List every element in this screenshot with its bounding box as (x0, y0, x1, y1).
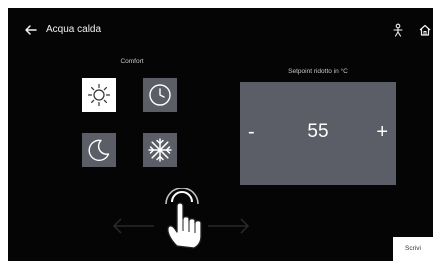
person-icon[interactable] (391, 23, 405, 37)
tap-hand-icon (165, 187, 202, 249)
arrow-left-icon (112, 218, 154, 234)
setpoint-panel: - 55 + (240, 82, 396, 185)
increase-button[interactable]: + (376, 120, 388, 144)
swipe-gesture-hint (108, 187, 253, 253)
mode-clock-button[interactable] (143, 78, 177, 112)
sun-icon (87, 83, 111, 107)
header-bar: Acqua calda (8, 8, 433, 48)
arrow-right-icon (208, 218, 250, 234)
mode-snow-button[interactable] (143, 133, 177, 167)
clock-icon (149, 84, 171, 106)
mode-sun-button[interactable] (82, 78, 116, 112)
device-screen: Acqua calda Comfort Setpoint ridotto in … (8, 8, 433, 261)
back-arrow-icon[interactable] (24, 23, 38, 37)
setpoint-value: 55 (307, 121, 329, 142)
home-icon[interactable] (418, 23, 432, 37)
snowflake-icon (148, 138, 172, 162)
moon-icon (88, 139, 110, 162)
page-title: Acqua calda (46, 24, 102, 35)
mode-moon-button[interactable] (82, 133, 116, 167)
setpoint-label: Setpoint ridotto in °C (288, 68, 348, 75)
decrease-button[interactable]: - (248, 120, 255, 144)
comfort-label: Comfort (120, 58, 144, 65)
write-button[interactable]: Scrivi (393, 237, 433, 261)
